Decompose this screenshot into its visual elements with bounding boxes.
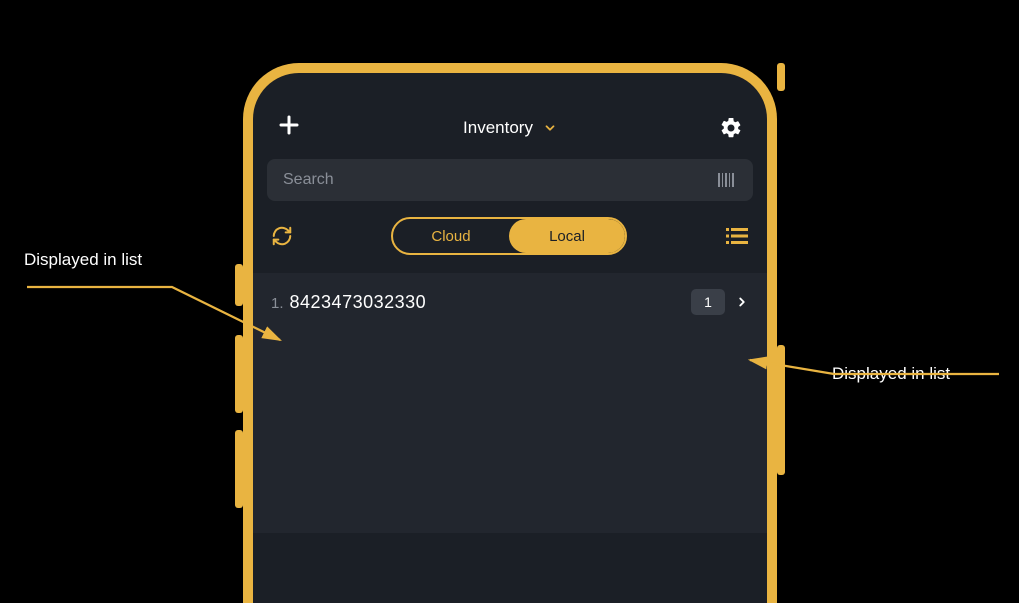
row-code: 8423473032330: [290, 292, 427, 313]
app-screen: Inventory Search: [253, 73, 767, 603]
annotation-label-right: Displayed in list: [832, 364, 950, 384]
search-input[interactable]: Search: [267, 159, 753, 201]
app-header: Inventory: [267, 73, 753, 159]
list-item[interactable]: 1. 8423473032330 1: [271, 289, 749, 315]
phone-side-button: [235, 430, 243, 508]
chevron-right-icon: [735, 293, 749, 311]
page-title: Inventory: [463, 118, 533, 138]
title-dropdown[interactable]: Inventory: [463, 118, 557, 138]
list-view-button[interactable]: [725, 226, 749, 246]
phone-side-button: [235, 335, 243, 413]
barcode-scan-button[interactable]: [717, 172, 737, 188]
qty-badge: 1: [691, 289, 725, 315]
tab-cloud[interactable]: Cloud: [393, 219, 509, 253]
row-index: 1.: [271, 295, 284, 312]
annotation-label-left: Displayed in list: [24, 250, 142, 270]
phone-frame: Inventory Search: [243, 63, 777, 603]
controls-row: Cloud Local: [267, 217, 753, 255]
gear-icon: [719, 116, 743, 140]
search-placeholder: Search: [283, 171, 334, 189]
phone-side-button: [777, 63, 785, 91]
source-segment: Cloud Local: [391, 217, 627, 255]
inventory-list: 1. 8423473032330 1: [253, 273, 767, 533]
refresh-button[interactable]: [271, 225, 293, 247]
barcode-icon: [717, 172, 737, 188]
plus-icon: [277, 113, 301, 137]
phone-side-button: [777, 345, 785, 475]
list-icon: [725, 226, 749, 246]
add-button[interactable]: [277, 113, 301, 144]
phone-side-button: [235, 264, 243, 306]
settings-button[interactable]: [719, 116, 743, 140]
chevron-down-icon: [543, 121, 557, 135]
refresh-icon: [271, 225, 293, 247]
tab-local[interactable]: Local: [509, 219, 625, 253]
